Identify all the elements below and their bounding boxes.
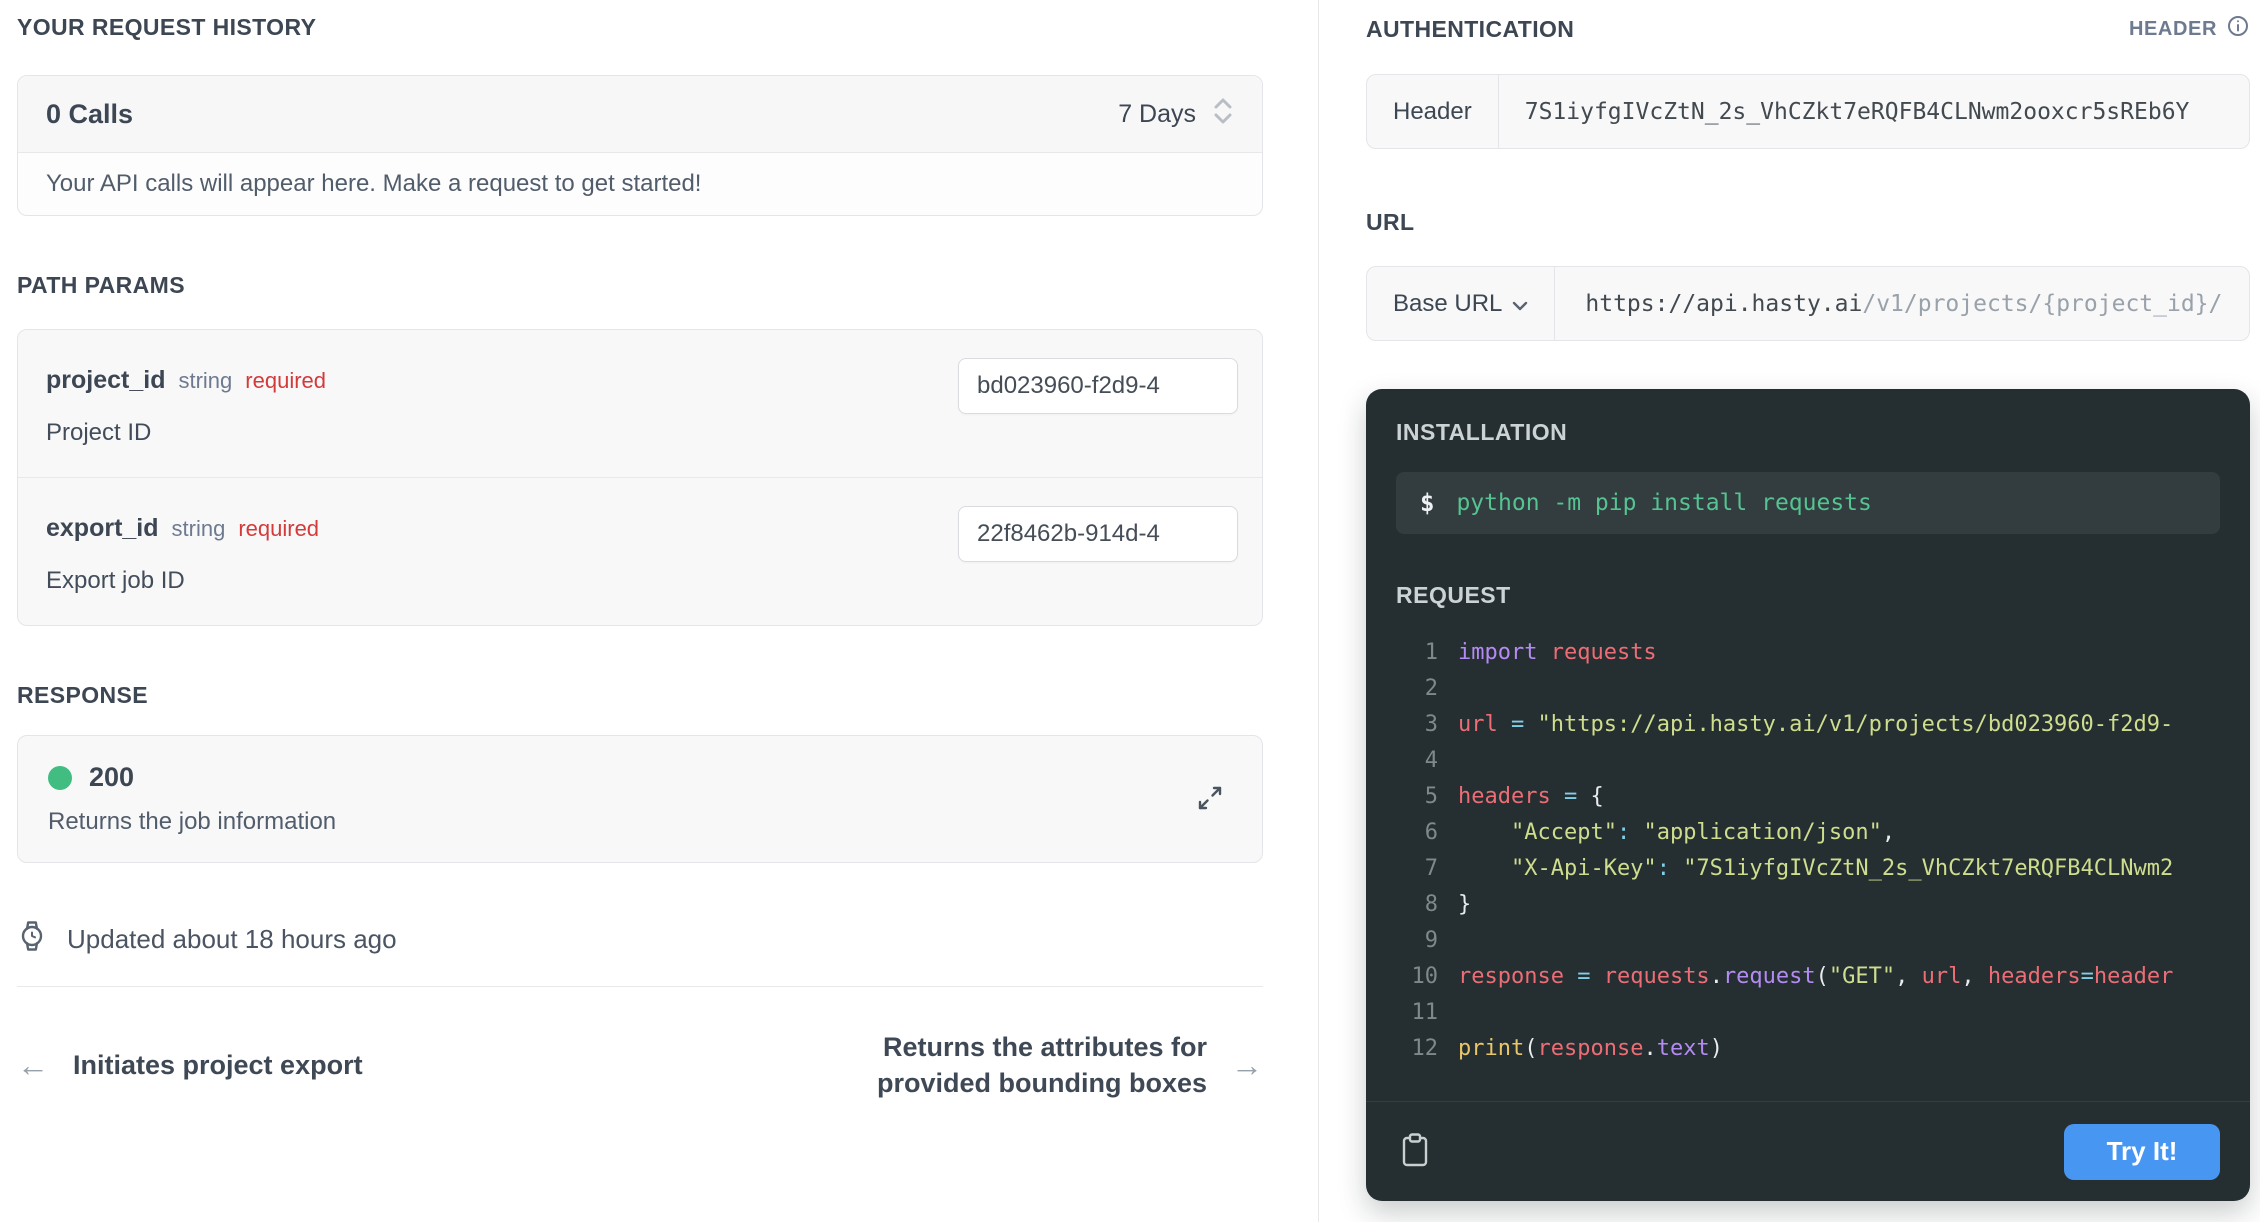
pager-next-label: Returns the attributes for provided boun… [877, 1032, 1207, 1099]
param-required-badge: required [245, 368, 326, 393]
arrow-left-icon: ← [17, 1046, 49, 1083]
code-line: 10 response = requests.request("GET", url… [1411, 964, 2174, 989]
request-url-base: https://api.hasty.ai [1585, 290, 1863, 317]
expand-icon [1194, 786, 1226, 817]
param-row-export-id: export_id string required Export job ID [18, 477, 1262, 625]
code-line: 3 url = "https://api.hasty.ai/v1/projects… [1424, 712, 2174, 737]
auth-type-chip[interactable]: HEADER [2129, 14, 2250, 44]
expand-response-button[interactable] [1188, 776, 1232, 823]
api-reference-page: YOUR REQUEST HISTORY 0 Calls 7 Days Your… [0, 0, 2260, 1222]
pager-previous-label: Initiates project export [73, 1049, 363, 1080]
code-line: 11 [1411, 1000, 1439, 1025]
right-column: AUTHENTICATION HEADER Header URL Base UR… [1319, 0, 2260, 1222]
left-column: YOUR REQUEST HISTORY 0 Calls 7 Days Your… [0, 0, 1319, 1222]
footer-divider [17, 986, 1263, 987]
response-card: 200 Returns the job information [17, 735, 1263, 863]
url-box: Base URL https://api.hasty.ai/v1/project… [1366, 266, 2250, 341]
request-history-header: 0 Calls 7 Days [18, 76, 1262, 153]
param-row-project-id: project_id string required Project ID [18, 330, 1262, 477]
chevron-down-icon [1512, 290, 1528, 318]
param-info: project_id string required Project ID [46, 352, 326, 447]
pager: ← Initiates project export Returns the a… [17, 1029, 1263, 1102]
code-line: 1 import requests [1424, 640, 1657, 665]
response-info: 200 Returns the job information [48, 762, 336, 836]
request-history-heading: YOUR REQUEST HISTORY [17, 14, 317, 40]
param-name: export_id [46, 514, 159, 542]
path-params-heading: PATH PARAMS [17, 272, 185, 298]
clipboard-icon [1400, 1133, 1430, 1171]
copy-code-button[interactable] [1396, 1128, 1434, 1175]
pager-next-link[interactable]: Returns the attributes for provided boun… [817, 1029, 1263, 1102]
response-description: Returns the job information [48, 808, 337, 835]
code-line: 2 [1424, 676, 1438, 701]
param-description: Project ID [46, 419, 152, 446]
authentication-heading: AUTHENTICATION [1366, 15, 1575, 42]
code-panel: INSTALLATION $ python -m pip install req… [1366, 389, 2250, 1201]
request-history-card: 0 Calls 7 Days Your API calls will appea… [17, 75, 1263, 216]
auth-key-box: Header [1366, 74, 2250, 149]
updated-text: Updated about 18 hours ago [67, 924, 397, 954]
time-range-value: 7 Days [1118, 99, 1196, 128]
param-head: project_id string required [46, 366, 326, 395]
base-url-label: Base URL [1393, 289, 1503, 317]
auth-type-label: HEADER [2128, 17, 2217, 40]
time-range-select[interactable]: 7 Days [1118, 96, 1234, 133]
install-command: python -m pip install requests [1456, 490, 1872, 516]
param-info: export_id string required Export job ID [46, 500, 319, 595]
pager-previous-link[interactable]: ← Initiates project export [17, 1047, 363, 1084]
request-history-empty-message: Your API calls will appear here. Make a … [46, 170, 702, 197]
code-line: 5 headers = { [1424, 784, 1604, 809]
code-line: 4 [1424, 748, 1438, 773]
project-id-input[interactable] [958, 358, 1238, 414]
status-dot-icon [48, 765, 72, 790]
arrow-right-icon: → [1231, 1046, 1263, 1083]
param-description: Export job ID [46, 567, 185, 594]
request-url: https://api.hasty.ai/v1/projects/{projec… [1555, 267, 2249, 340]
param-head: export_id string required [46, 514, 319, 543]
code-line: 8} [1424, 892, 1472, 917]
install-command-box: $ python -m pip install requests [1396, 472, 2220, 534]
info-icon [2226, 14, 2250, 44]
try-it-button[interactable]: Try It! [2064, 1123, 2220, 1180]
request-code: 1 import requests 2 3 url = "https://api.has… [1366, 635, 2250, 1101]
code-line: 7 "X-Api-Key": "7S1iyfgIVcZtN_2s_VhCZkt7… [1424, 856, 2174, 881]
api-key-input[interactable] [1498, 75, 2249, 148]
param-required-badge: required [238, 516, 320, 541]
param-type: string [178, 368, 233, 393]
code-line: 12 print(response.text) [1411, 1036, 1723, 1061]
installation-heading: INSTALLATION [1396, 419, 1568, 445]
request-heading: REQUEST [1396, 582, 1511, 608]
code-line: 6 "Accept": "application/json", [1424, 820, 1896, 845]
authentication-row: AUTHENTICATION HEADER [1366, 14, 2250, 44]
request-url-path: /v1/projects/{project_id}/ [1862, 290, 2223, 317]
code-panel-footer: Try It! [1366, 1101, 2250, 1201]
sort-chevrons-icon [1212, 96, 1234, 133]
auth-field-label: Header [1367, 75, 1499, 148]
base-url-select[interactable]: Base URL [1367, 267, 1556, 340]
watch-icon [17, 919, 47, 960]
calls-count: 0 Calls [46, 98, 134, 129]
param-type: string [171, 516, 226, 541]
status-code: 200 [89, 762, 135, 792]
updated-row: Updated about 18 hours ago [17, 919, 1263, 960]
response-status: 200 [48, 762, 336, 793]
path-params-card: project_id string required Project ID ex… [17, 329, 1263, 626]
export-id-input[interactable] [958, 506, 1238, 562]
param-name: project_id [46, 366, 166, 394]
shell-prompt: $ [1420, 489, 1435, 517]
code-line: 9 [1424, 928, 1438, 953]
response-heading: RESPONSE [17, 682, 149, 708]
url-heading: URL [1366, 209, 1415, 235]
